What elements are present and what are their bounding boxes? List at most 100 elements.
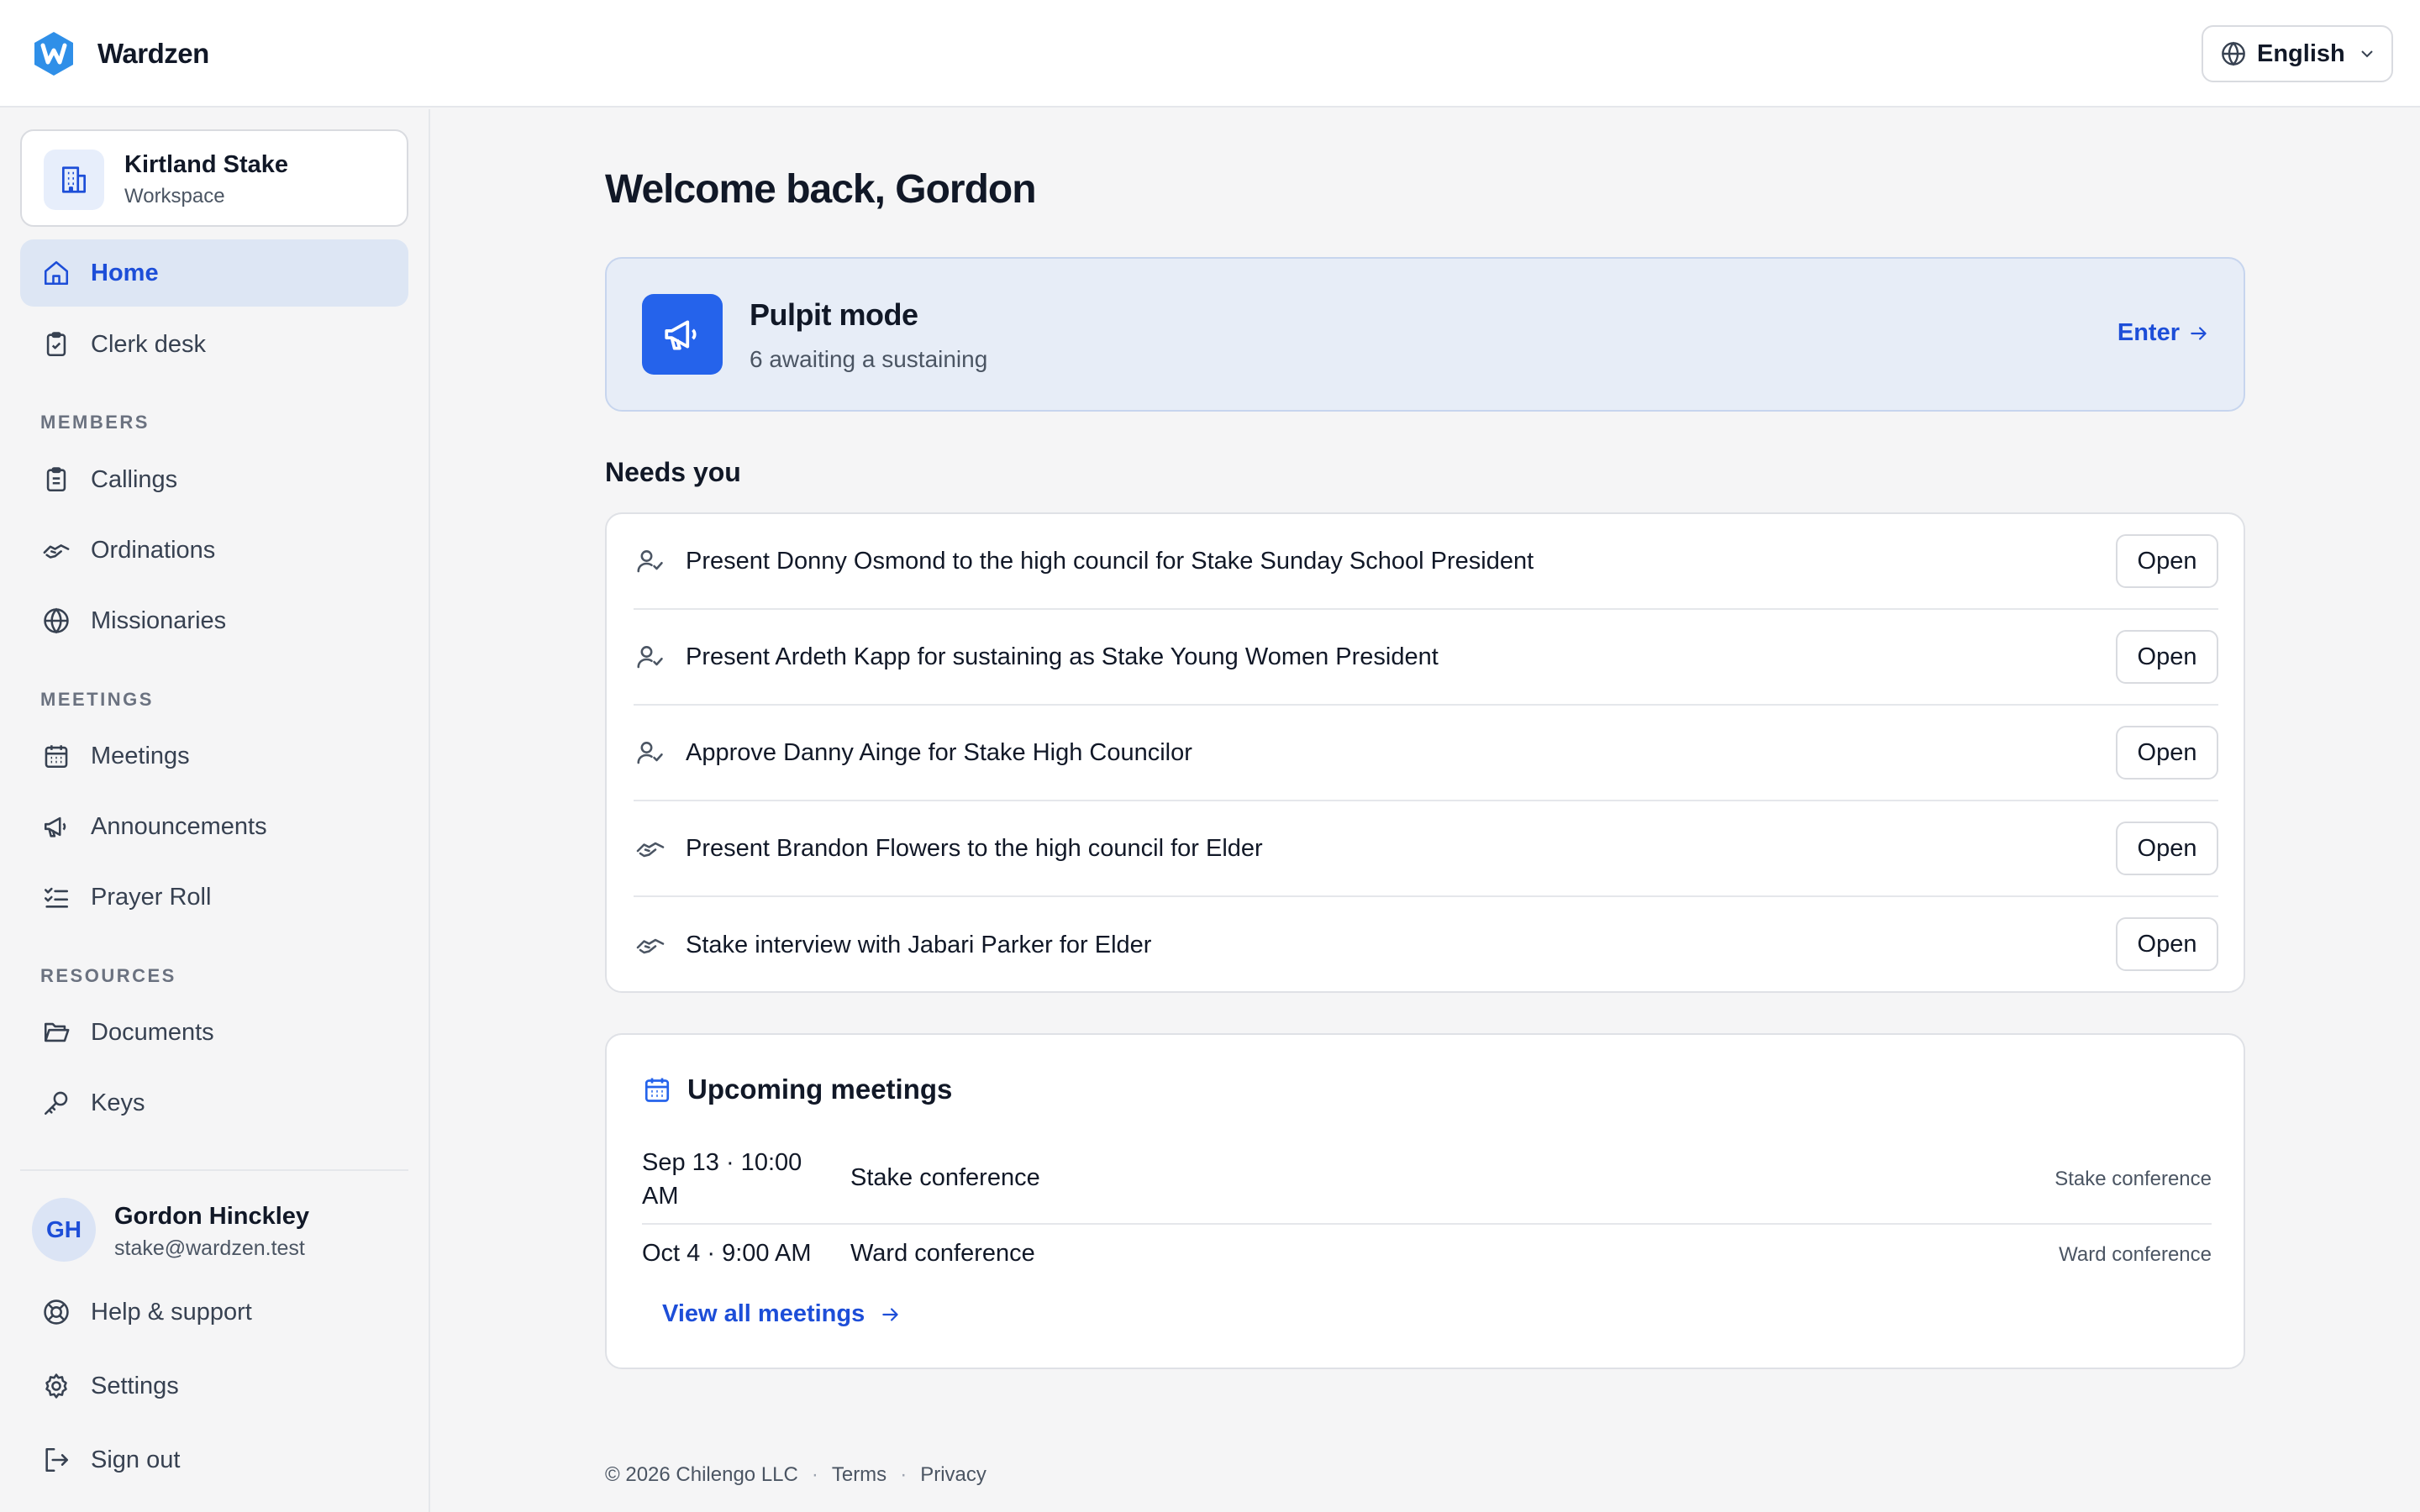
sidebar-item-label: Keys xyxy=(91,1089,145,1116)
needs-you-heading: Needs you xyxy=(605,457,741,487)
open-button[interactable]: Open xyxy=(2116,822,2218,875)
section-resources-label: RESOURCES xyxy=(40,965,176,986)
gear-icon xyxy=(40,1370,72,1402)
sidebar-item-home[interactable]: Home xyxy=(20,239,408,307)
globe-icon xyxy=(2222,41,2245,66)
sidebar-item-label: Callings xyxy=(91,465,178,493)
sidebar-item-label: Help & support xyxy=(91,1298,252,1326)
open-button[interactable]: Open xyxy=(2116,534,2218,588)
workspace-type: Workspace xyxy=(124,185,225,207)
footer: © 2026 Chilengo LLC · Terms · Privacy xyxy=(605,1463,986,1487)
task-row[interactable]: Present Donny Osmond to the high council… xyxy=(634,514,2218,610)
megaphone-icon xyxy=(40,811,72,843)
enter-label: Enter xyxy=(2117,319,2180,346)
clipboard-list-icon xyxy=(40,464,72,496)
enter-pulpit-button[interactable]: Enter xyxy=(2118,319,2210,347)
user-email: stake@wardzen.test xyxy=(114,1236,305,1260)
chevron-down-icon xyxy=(2361,50,2373,58)
meeting-name: Ward conference xyxy=(850,1240,1035,1267)
sidebar-item-documents[interactable]: Documents xyxy=(20,999,408,1066)
top-bar: Wardzen English xyxy=(0,0,2420,108)
open-button[interactable]: Open xyxy=(2116,630,2218,684)
sidebar-item-label: Meetings xyxy=(91,742,190,769)
meeting-row[interactable]: Sep 13 · 10:00 AM Stake conference Stake… xyxy=(642,1139,2212,1225)
building-icon xyxy=(44,150,104,210)
arrow-right-icon xyxy=(2191,326,2207,340)
sidebar-item-label: Settings xyxy=(91,1372,179,1399)
open-button[interactable]: Open xyxy=(2116,917,2218,971)
avatar[interactable]: GH xyxy=(32,1198,96,1262)
megaphone-icon xyxy=(642,294,723,375)
handshake-icon xyxy=(40,534,72,566)
view-all-meetings-link[interactable]: View all meetings xyxy=(662,1300,902,1328)
sidebar-item-label: Home xyxy=(91,259,159,286)
pulpit-mode-card[interactable]: Pulpit mode 6 awaiting a sustaining Ente… xyxy=(605,257,2245,412)
task-row[interactable]: Present Brandon Flowers to the high coun… xyxy=(634,801,2218,897)
view-all-label: View all meetings xyxy=(662,1300,865,1327)
copyright: © 2026 Chilengo LLC xyxy=(605,1463,798,1486)
sidebar-item-label: Announcements xyxy=(91,812,267,840)
upcoming-meetings-title: Upcoming meetings xyxy=(687,1074,953,1105)
upcoming-meetings-card: Upcoming meetings Sep 13 · 10:00 AM Stak… xyxy=(605,1033,2245,1369)
sidebar-item-sign-out[interactable]: Sign out xyxy=(20,1426,408,1494)
sidebar-item-meetings[interactable]: Meetings xyxy=(20,722,408,790)
meeting-row[interactable]: Oct 4 · 9:00 AM Ward conference Ward con… xyxy=(642,1225,2212,1284)
workspace-switcher[interactable]: Kirtland Stake Workspace xyxy=(20,129,408,227)
calendar-icon xyxy=(40,740,72,772)
user-check-icon xyxy=(634,640,667,674)
user-check-icon xyxy=(634,736,667,769)
sidebar-item-ordinations[interactable]: Ordinations xyxy=(20,517,408,584)
sidebar-item-label: Prayer Roll xyxy=(91,883,212,911)
folder-open-icon xyxy=(40,1016,72,1048)
meeting-date: Sep 13 · 10:00 AM xyxy=(642,1149,802,1210)
sidebar-item-announcements[interactable]: Announcements xyxy=(20,793,408,860)
workspace-name: Kirtland Stake xyxy=(124,151,288,178)
task-row[interactable]: Stake interview with Jabari Parker for E… xyxy=(634,897,2218,993)
sidebar-item-missionaries[interactable]: Missionaries xyxy=(20,587,408,654)
user-name: Gordon Hinckley xyxy=(114,1203,310,1230)
handshake-icon xyxy=(634,832,667,865)
page-title: Welcome back, Gordon xyxy=(605,167,1037,212)
meeting-name: Stake conference xyxy=(850,1164,1040,1191)
clipboard-check-icon xyxy=(40,328,72,360)
meeting-type: Stake conference xyxy=(2054,1168,2212,1190)
terms-link[interactable]: Terms xyxy=(832,1463,886,1487)
sidebar-item-label: Ordinations xyxy=(91,536,216,564)
user-check-icon xyxy=(634,544,667,578)
brand[interactable]: Wardzen xyxy=(32,30,209,77)
sidebar-item-prayer-roll[interactable]: Prayer Roll xyxy=(20,864,408,931)
sign-out-icon xyxy=(40,1444,72,1476)
language-selector[interactable]: English xyxy=(2202,25,2393,82)
sidebar-item-help[interactable]: Help & support xyxy=(20,1278,408,1346)
task-text: Present Ardeth Kapp for sustaining as St… xyxy=(686,643,1439,670)
list-checks-icon xyxy=(40,881,72,913)
sidebar-item-callings[interactable]: Callings xyxy=(20,446,408,513)
section-meetings-label: MEETINGS xyxy=(40,689,154,710)
task-row[interactable]: Present Ardeth Kapp for sustaining as St… xyxy=(634,610,2218,706)
open-button[interactable]: Open xyxy=(2116,726,2218,780)
sidebar-item-settings[interactable]: Settings xyxy=(20,1352,408,1420)
sidebar-item-clerk-desk[interactable]: Clerk desk xyxy=(20,311,408,378)
task-text: Approve Danny Ainge for Stake High Counc… xyxy=(686,738,1192,766)
key-icon xyxy=(40,1087,72,1119)
home-icon xyxy=(40,257,72,289)
section-members-label: MEMBERS xyxy=(40,412,150,433)
needs-you-list: Present Donny Osmond to the high council… xyxy=(605,512,2245,993)
handshake-icon xyxy=(634,928,667,962)
sidebar-item-keys[interactable]: Keys xyxy=(20,1069,408,1137)
sidebar-item-label: Missionaries xyxy=(91,606,227,634)
separator-dot: · xyxy=(900,1463,908,1486)
lifebuoy-icon xyxy=(40,1296,72,1328)
sidebar-divider xyxy=(20,1169,408,1171)
privacy-link[interactable]: Privacy xyxy=(920,1463,986,1487)
meeting-type: Ward conference xyxy=(2059,1243,2212,1266)
calendar-icon xyxy=(644,1078,670,1102)
pulpit-title: Pulpit mode xyxy=(750,297,918,332)
task-text: Stake interview with Jabari Parker for E… xyxy=(686,931,1152,958)
app-name: Wardzen xyxy=(97,38,209,69)
sidebar-item-label: Sign out xyxy=(91,1446,181,1473)
task-row[interactable]: Approve Danny Ainge for Stake High Counc… xyxy=(634,706,2218,801)
task-text: Present Donny Osmond to the high council… xyxy=(686,547,1534,575)
task-text: Present Brandon Flowers to the high coun… xyxy=(686,834,1263,862)
sidebar-item-label: Documents xyxy=(91,1018,214,1046)
